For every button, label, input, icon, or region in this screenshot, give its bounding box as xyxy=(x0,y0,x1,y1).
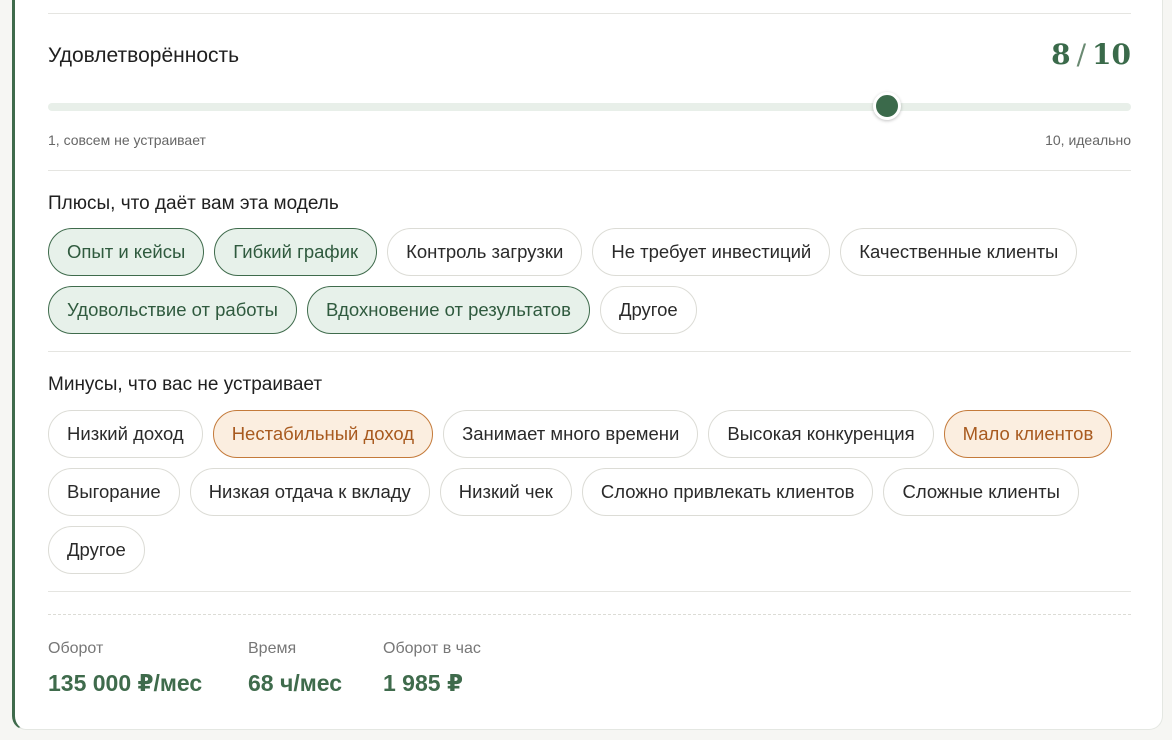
divider xyxy=(48,591,1131,592)
divider xyxy=(48,170,1131,171)
stat-per-hour-value: 1 985 ₽ xyxy=(383,670,463,696)
cons-chip[interactable]: Сложно привлекать клиентов xyxy=(581,468,874,516)
pros-chip[interactable]: Удовольствие от работы xyxy=(48,286,297,334)
stat-turnover-value: 135 000 ₽/мес xyxy=(48,670,203,696)
stat-per-hour-label: Оборот в час xyxy=(383,640,481,657)
satisfaction-slider-track[interactable] xyxy=(48,103,1131,111)
stat-turnover-label: Оборот xyxy=(48,640,104,657)
cons-chip[interactable]: Низкий доход xyxy=(48,410,203,458)
cons-chip[interactable]: Нестабильный доход xyxy=(212,410,434,458)
satisfaction-label: Удовлетворённость xyxy=(48,44,240,67)
pros-chip[interactable]: Гибкий график xyxy=(214,228,378,276)
divider xyxy=(48,13,1131,14)
cons-chip[interactable]: Низкий чек xyxy=(439,468,572,516)
pros-chip[interactable]: Вдохновение от результатов xyxy=(306,286,590,334)
stat-time: Время 68 ч/мес xyxy=(248,640,342,697)
cons-chip[interactable]: Высокая конкуренция xyxy=(708,410,934,458)
divider xyxy=(48,351,1131,352)
cons-chip[interactable]: Мало клиентов xyxy=(943,410,1113,458)
stat-turnover: Оборот 135 000 ₽/мес xyxy=(48,640,202,697)
cons-chip[interactable]: Другое xyxy=(48,526,145,574)
cons-chip-group: Низкий доход Нестабильный доход Занимает м… xyxy=(48,410,1138,574)
stat-per-hour: Оборот в час 1 985 ₽ xyxy=(383,640,481,697)
cons-title: Минусы, что вас не устраивает xyxy=(48,374,323,395)
pros-chip-group: Опыт и кейсы Гибкий график Контроль загруз… xyxy=(48,228,1138,334)
satisfaction-score: 8/10 xyxy=(1051,38,1131,71)
cons-chip[interactable]: Занимает много времени xyxy=(443,410,699,458)
pros-chip[interactable]: Не требует инвестиций xyxy=(592,228,831,276)
dashed-divider xyxy=(48,614,1131,615)
score-value: 8 xyxy=(1051,38,1071,71)
pros-chip[interactable]: Качественные клиенты xyxy=(840,228,1078,276)
cons-chip[interactable]: Сложные клиенты xyxy=(883,468,1079,516)
pros-chip[interactable]: Опыт и кейсы xyxy=(48,228,205,276)
cons-chip[interactable]: Низкая отдача к вкладу xyxy=(189,468,430,516)
pros-chip[interactable]: Контроль загрузки xyxy=(387,228,583,276)
stat-time-label: Время xyxy=(248,640,297,657)
score-separator: / xyxy=(1076,38,1087,71)
score-max: 10 xyxy=(1092,38,1131,71)
stat-time-value: 68 ч/мес xyxy=(248,670,343,696)
slider-min-label: 1, совсем не устраивает xyxy=(48,132,206,148)
pros-title: Плюсы, что даёт вам эта модель xyxy=(48,193,339,214)
slider-max-label: 10, идеально xyxy=(1045,132,1131,148)
cons-chip[interactable]: Выгорание xyxy=(48,468,180,516)
pros-chip[interactable]: Другое xyxy=(599,286,697,334)
